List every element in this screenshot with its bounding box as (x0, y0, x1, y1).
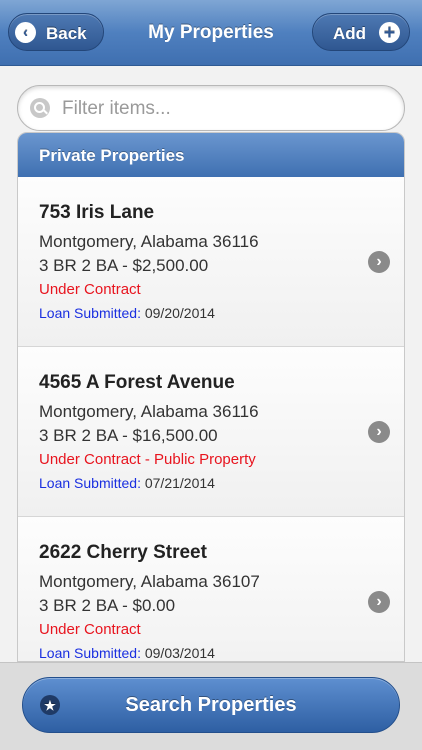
footer-bar: ★ Search Properties (0, 662, 422, 750)
property-city: Montgomery, Alabama 36107 (39, 572, 260, 591)
property-address: 2622 Cherry Street (39, 542, 207, 563)
add-button[interactable]: Add + (312, 13, 410, 51)
list-item[interactable]: 2622 Cherry Street Montgomery, Alabama 3… (18, 517, 404, 661)
property-city: Montgomery, Alabama 36116 (39, 232, 259, 251)
section-header: Private Properties (18, 133, 404, 177)
search-properties-label: Search Properties (125, 694, 297, 716)
search-icon (30, 98, 50, 118)
loan-info: Loan Submitted: 07/21/2014 (39, 475, 215, 491)
property-details: 3 BR 2 BA - $0.00 (39, 596, 176, 615)
status-text: Under Contract (39, 451, 141, 468)
status-text: Under Contract (39, 621, 141, 638)
loan-label: Loan Submitted: (39, 305, 141, 321)
property-city: Montgomery, Alabama 36116 (39, 402, 259, 421)
list-item[interactable]: 4565 A Forest Avenue Montgomery, Alabama… (18, 347, 404, 517)
property-details: 3 BR 2 BA - $16,500.00 (39, 426, 218, 445)
loan-label: Loan Submitted: (39, 475, 141, 491)
loan-date: 07/21/2014 (144, 475, 215, 491)
loan-info: Loan Submitted: 09/20/2014 (39, 305, 215, 321)
property-list: Private Properties 753 Iris Lane Montgom… (17, 132, 405, 662)
property-status: Under Contract - Public Property (39, 451, 256, 468)
chevron-right-icon[interactable]: › (368, 421, 390, 443)
property-status: Under Contract (39, 281, 141, 298)
property-status: Under Contract (39, 621, 141, 638)
plus-icon: + (379, 22, 400, 43)
property-address: 753 Iris Lane (39, 202, 155, 223)
search-properties-button[interactable]: ★ Search Properties (22, 677, 400, 733)
list-item[interactable]: 753 Iris Lane Montgomery, Alabama 36116 … (18, 177, 404, 347)
status-text: Under Contract (39, 281, 141, 298)
loan-label: Loan Submitted: (39, 645, 141, 661)
loan-date: 09/20/2014 (144, 305, 215, 321)
chevron-right-icon[interactable]: › (368, 251, 390, 273)
filter-input[interactable] (60, 92, 394, 126)
loan-date: 09/03/2014 (144, 645, 215, 661)
nav-bar: ‹ Back My Properties Add + (0, 0, 422, 66)
property-details: 3 BR 2 BA - $2,500.00 (39, 256, 209, 275)
status-extra: - Public Property (140, 451, 256, 468)
property-address: 4565 A Forest Avenue (39, 372, 235, 393)
loan-info: Loan Submitted: 09/03/2014 (39, 645, 215, 661)
filter-bar (17, 85, 405, 131)
add-label: Add (333, 24, 367, 43)
chevron-right-icon[interactable]: › (368, 591, 390, 613)
